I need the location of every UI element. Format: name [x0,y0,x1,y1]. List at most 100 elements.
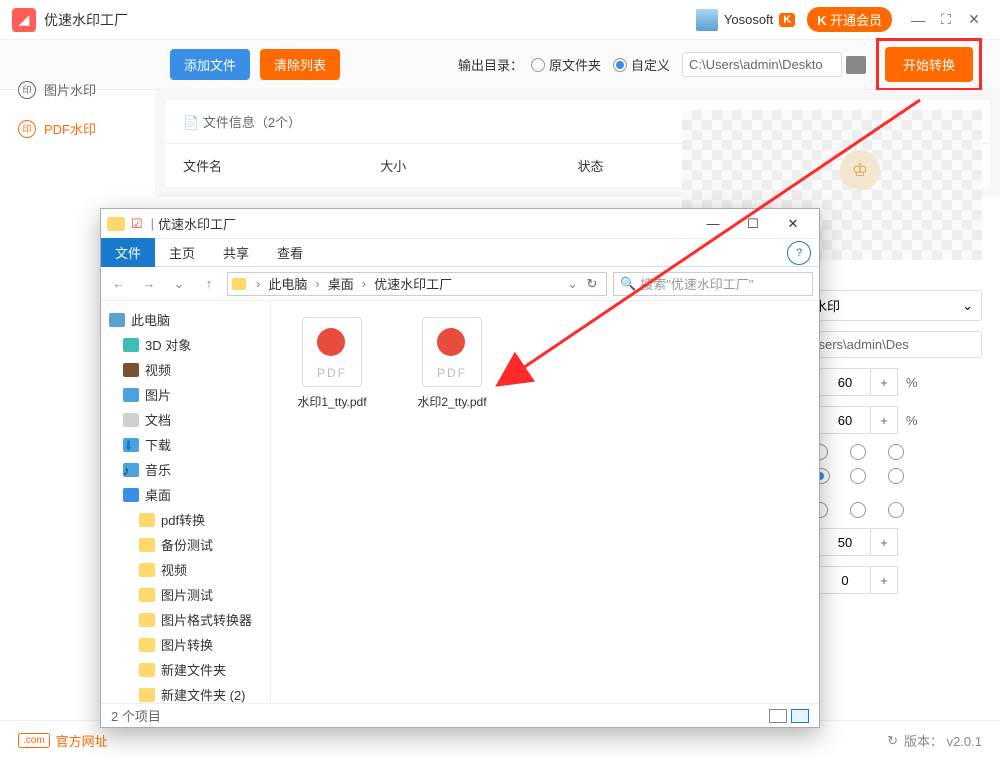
watermark-path[interactable] [792,331,982,358]
tree-this-pc[interactable]: 此电脑 [101,307,270,332]
official-site-link[interactable]: 官方网址 [56,731,108,750]
radio-custom-folder[interactable] [613,58,627,72]
tree-folder[interactable]: 视频 [101,557,270,582]
pos-tr[interactable] [888,444,904,460]
ribbon-tab-share[interactable]: 共享 [209,238,263,267]
output-label: 输出目录： [458,55,523,74]
ribbon-tab-view[interactable]: 查看 [263,238,317,267]
explorer-file-area: 水印1_tty.pdf 水印2_tty.pdf [271,301,819,703]
folder-icon [107,217,125,231]
watermark-type-select[interactable]: 片水印⌄ [792,290,982,321]
refresh-icon[interactable]: ↻ [887,733,898,749]
exp-maximize-button[interactable]: ☐ [733,210,773,238]
history-button[interactable]: ⌄ [167,272,191,296]
output-path-input[interactable] [682,52,842,77]
close-button[interactable]: ✕ [960,6,988,34]
sidebar-item-image-watermark[interactable]: 印 图片水印 [18,70,155,109]
folder-icon[interactable] [846,56,866,74]
up-button[interactable]: ↑ [197,272,221,296]
tree-documents[interactable]: 文档 [101,407,270,432]
tree-folder[interactable]: 图片格式转换器 [101,607,270,632]
stepper-value[interactable]: 60 [820,368,870,396]
stamp-icon: 印 [18,81,36,99]
stepper-4: − 0 + [792,566,982,594]
ribbon-tab-home[interactable]: 主页 [155,238,209,267]
refresh-icon[interactable]: ↻ [582,276,602,292]
stepper-value[interactable]: 50 [820,528,870,556]
explorer-tree: 此电脑 3D 对象 视频 图片 文档 ⬇下载 ♪音乐 桌面 pdf转换 备份测试… [101,301,271,703]
pos-tc[interactable] [850,444,866,460]
tree-3d-objects[interactable]: 3D 对象 [101,332,270,357]
tree-desktop[interactable]: 桌面 [101,482,270,507]
tree-folder[interactable]: 备份测试 [101,532,270,557]
maximize-button[interactable]: ⛶ [932,6,960,34]
increase-button[interactable]: + [870,528,898,556]
sidebar-label-pdf: PDF水印 [44,119,96,138]
tree-folder[interactable]: 图片测试 [101,582,270,607]
address-box[interactable]: › 此电脑 › 桌面 › 优速水印工厂 ⌄ ↻ [227,272,607,296]
tree-folder[interactable]: 图片转换 [101,632,270,657]
minimize-button[interactable]: — [904,6,932,34]
crumb-desktop[interactable]: 桌面 [324,274,358,293]
start-highlight: 开始转换 [876,38,982,91]
sidebar-item-pdf-watermark[interactable]: 印 PDF水印 [18,109,155,148]
exp-close-button[interactable]: ✕ [773,210,813,238]
radio-custom-label[interactable]: 自定义 [631,55,670,74]
tree-pictures[interactable]: 图片 [101,382,270,407]
pos-mc[interactable] [850,468,866,484]
sidebar-label-image: 图片水印 [44,80,96,99]
position-grid [792,444,982,518]
stepper-1: − 60 + % [792,368,982,396]
explorer-addressbar: ← → ⌄ ↑ › 此电脑 › 桌面 › 优速水印工厂 ⌄ ↻ 🔍 搜索"优速水… [101,267,819,301]
stepper-value[interactable]: 0 [820,566,870,594]
increase-button[interactable]: + [870,566,898,594]
file-item[interactable]: 水印2_tty.pdf [407,317,497,410]
radio-original-label[interactable]: 原文件夹 [549,55,601,74]
tree-folder[interactable]: 新建文件夹 [101,657,270,682]
tree-folder[interactable]: 新建文件夹 (2) [101,682,270,703]
explorer-titlebar: ☑ | 优速水印工厂 — ☐ ✕ [101,209,819,239]
increase-button[interactable]: + [870,368,898,396]
forward-button[interactable]: → [137,272,161,296]
view-icons-icon[interactable] [791,709,809,723]
stepper-value[interactable]: 60 [820,406,870,434]
pos-bc[interactable] [850,502,866,518]
exp-minimize-button[interactable]: — [693,210,733,238]
chevron-down-icon: ⌄ [962,298,973,314]
col-size: 大小 [380,156,577,175]
stepper-2: − 60 + % [792,406,982,434]
tree-folder[interactable]: pdf转换 [101,507,270,532]
username[interactable]: Yososoft [724,12,773,27]
radio-original-folder[interactable] [531,58,545,72]
stepper-3: − 50 + [792,528,982,556]
explorer-ribbon: 文件 主页 共享 查看 ? [101,239,819,267]
avatar[interactable] [696,9,718,31]
clear-list-button[interactable]: 清除列表 [260,49,340,80]
crumb-pc[interactable]: 此电脑 [264,274,311,293]
file-item[interactable]: 水印1_tty.pdf [287,317,377,410]
crumb-folder[interactable]: 优速水印工厂 [370,274,456,293]
explorer-statusbar: 2 个项目 [101,703,819,727]
search-icon: 🔍 [620,276,636,292]
start-convert-button[interactable]: 开始转换 [885,47,973,82]
tree-videos[interactable]: 视频 [101,357,270,382]
view-details-icon[interactable] [769,709,787,723]
add-file-button[interactable]: 添加文件 [170,49,250,80]
pos-br[interactable] [888,502,904,518]
ribbon-tab-file[interactable]: 文件 [101,238,155,267]
tree-downloads[interactable]: ⬇下载 [101,432,270,457]
app-logo-icon: ◢ [12,8,36,32]
help-icon[interactable]: ? [787,241,811,265]
crown-icon: ♔ [840,150,880,190]
pos-mr[interactable] [888,468,904,484]
pdf-icon [302,317,362,387]
search-input[interactable]: 🔍 搜索"优速水印工厂" [613,272,813,296]
pdf-icon [422,317,482,387]
settings-panel: 片水印⌄ − 60 + % − 60 + % − 50 + − 0 + [792,290,982,604]
check-icon: ☑ [131,216,143,232]
back-button[interactable]: ← [107,272,131,296]
vip-button[interactable]: K 开通会员 [807,7,892,32]
search-placeholder: 搜索"优速水印工厂" [640,274,753,293]
increase-button[interactable]: + [870,406,898,434]
tree-music[interactable]: ♪音乐 [101,457,270,482]
